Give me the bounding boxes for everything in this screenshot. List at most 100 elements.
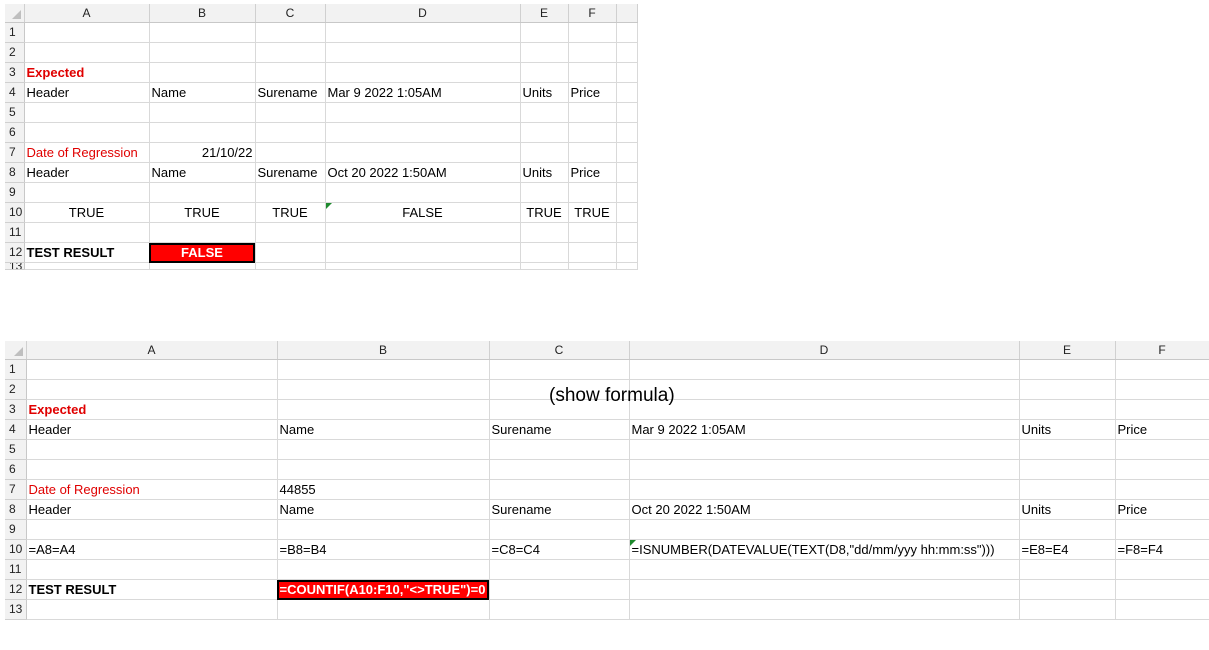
cell[interactable] bbox=[616, 62, 638, 83]
cell[interactable] bbox=[520, 242, 569, 263]
cell-e8[interactable]: Units bbox=[1019, 499, 1116, 520]
cell[interactable] bbox=[277, 519, 490, 540]
row-header-3[interactable]: 3 bbox=[5, 62, 25, 83]
cell[interactable] bbox=[149, 62, 256, 83]
cell[interactable] bbox=[1019, 379, 1116, 400]
cell[interactable] bbox=[1115, 559, 1209, 580]
row-header-9[interactable]: 9 bbox=[5, 182, 25, 203]
column-header-b[interactable]: B bbox=[277, 341, 490, 360]
cell[interactable] bbox=[489, 479, 630, 500]
cell[interactable] bbox=[24, 102, 150, 123]
row-header-6[interactable]: 6 bbox=[5, 122, 25, 143]
cell-e10[interactable]: TRUE bbox=[520, 202, 569, 223]
cell[interactable] bbox=[568, 22, 617, 43]
cell[interactable] bbox=[1115, 399, 1209, 420]
cell-c10[interactable]: TRUE bbox=[255, 202, 326, 223]
cell[interactable] bbox=[616, 202, 638, 223]
row-header-10[interactable]: 10 bbox=[5, 202, 25, 223]
cell[interactable] bbox=[277, 379, 490, 400]
select-all-corner[interactable] bbox=[5, 4, 25, 23]
cell[interactable] bbox=[26, 379, 278, 400]
cell[interactable] bbox=[1115, 599, 1209, 620]
cell-d4[interactable]: Mar 9 2022 1:05AM bbox=[629, 419, 1020, 440]
cell[interactable] bbox=[1115, 459, 1209, 480]
row-header-13[interactable]: 13 bbox=[5, 262, 25, 270]
cell-a3[interactable]: Expected bbox=[24, 62, 150, 83]
cell[interactable] bbox=[616, 242, 638, 263]
row-header-12[interactable]: 12 bbox=[5, 242, 25, 263]
cell[interactable] bbox=[629, 399, 1020, 420]
cell[interactable] bbox=[325, 42, 521, 63]
cell[interactable] bbox=[26, 359, 278, 380]
cell-f4[interactable]: Price bbox=[568, 82, 617, 103]
row-header-1[interactable]: 1 bbox=[5, 359, 27, 380]
cell[interactable] bbox=[24, 22, 150, 43]
cell[interactable] bbox=[149, 42, 256, 63]
cell-f4[interactable]: Price bbox=[1115, 419, 1209, 440]
cell[interactable] bbox=[568, 62, 617, 83]
row-header-1[interactable]: 1 bbox=[5, 22, 25, 43]
column-header-b[interactable]: B bbox=[149, 4, 256, 23]
cell-d10[interactable]: FALSE bbox=[325, 202, 521, 223]
cell-a7[interactable]: Date of Regression bbox=[24, 142, 150, 163]
cell-a12[interactable]: TEST RESULT bbox=[26, 579, 278, 600]
cell[interactable] bbox=[616, 142, 638, 163]
cell[interactable] bbox=[568, 222, 617, 243]
cell[interactable] bbox=[616, 182, 638, 203]
cell-c4[interactable]: Surename bbox=[489, 419, 630, 440]
cell[interactable] bbox=[568, 242, 617, 263]
cell[interactable] bbox=[26, 519, 278, 540]
cell[interactable] bbox=[568, 182, 617, 203]
cell[interactable] bbox=[149, 222, 256, 243]
row-header-4[interactable]: 4 bbox=[5, 419, 27, 440]
cell-a8[interactable]: Header bbox=[26, 499, 278, 520]
cell-f10[interactable]: TRUE bbox=[568, 202, 617, 223]
cell[interactable] bbox=[325, 102, 521, 123]
cell-c8[interactable]: Surename bbox=[489, 499, 630, 520]
cell-d4[interactable]: Mar 9 2022 1:05AM bbox=[325, 82, 521, 103]
cell-b10[interactable]: =B8=B4 bbox=[277, 539, 490, 560]
row-header-2[interactable]: 2 bbox=[5, 42, 25, 63]
cell[interactable] bbox=[629, 459, 1020, 480]
cell-a12[interactable]: TEST RESULT bbox=[24, 242, 150, 263]
cell[interactable] bbox=[520, 122, 569, 143]
column-header-blank[interactable] bbox=[616, 4, 638, 23]
cell[interactable] bbox=[629, 579, 1020, 600]
cell-b4[interactable]: Name bbox=[277, 419, 490, 440]
row-header-3[interactable]: 3 bbox=[5, 399, 27, 420]
cell[interactable] bbox=[26, 559, 278, 580]
cell[interactable] bbox=[1115, 379, 1209, 400]
cell[interactable] bbox=[568, 262, 617, 270]
column-header-f[interactable]: F bbox=[568, 4, 617, 23]
cell[interactable] bbox=[255, 22, 326, 43]
row-header-13[interactable]: 13 bbox=[5, 599, 27, 620]
cell[interactable] bbox=[489, 459, 630, 480]
cell[interactable] bbox=[1019, 359, 1116, 380]
cell[interactable] bbox=[277, 599, 490, 620]
cell[interactable] bbox=[489, 359, 630, 380]
cell[interactable] bbox=[568, 42, 617, 63]
cell-f10[interactable]: =F8=F4 bbox=[1115, 539, 1209, 560]
cell[interactable] bbox=[255, 242, 326, 263]
cell[interactable] bbox=[520, 42, 569, 63]
cell[interactable] bbox=[325, 242, 521, 263]
cell[interactable] bbox=[520, 102, 569, 123]
cell-e4[interactable]: Units bbox=[1019, 419, 1116, 440]
row-header-2[interactable]: 2 bbox=[5, 379, 27, 400]
cell[interactable] bbox=[616, 162, 638, 183]
cell-d10[interactable]: =ISNUMBER(DATEVALUE(TEXT(D8,"dd/mm/yyy h… bbox=[629, 539, 1020, 560]
cell[interactable] bbox=[24, 122, 150, 143]
cell-c4[interactable]: Surename bbox=[255, 82, 326, 103]
column-header-a[interactable]: A bbox=[26, 341, 278, 360]
cell[interactable] bbox=[26, 599, 278, 620]
cell[interactable] bbox=[255, 182, 326, 203]
cell[interactable] bbox=[149, 102, 256, 123]
row-header-10[interactable]: 10 bbox=[5, 539, 27, 560]
cell-d8[interactable]: Oct 20 2022 1:50AM bbox=[629, 499, 1020, 520]
cell[interactable] bbox=[277, 359, 490, 380]
cell[interactable] bbox=[568, 102, 617, 123]
cell-a4[interactable]: Header bbox=[24, 82, 150, 103]
cell[interactable] bbox=[520, 22, 569, 43]
cell[interactable] bbox=[325, 122, 521, 143]
cell-b4[interactable]: Name bbox=[149, 82, 256, 103]
